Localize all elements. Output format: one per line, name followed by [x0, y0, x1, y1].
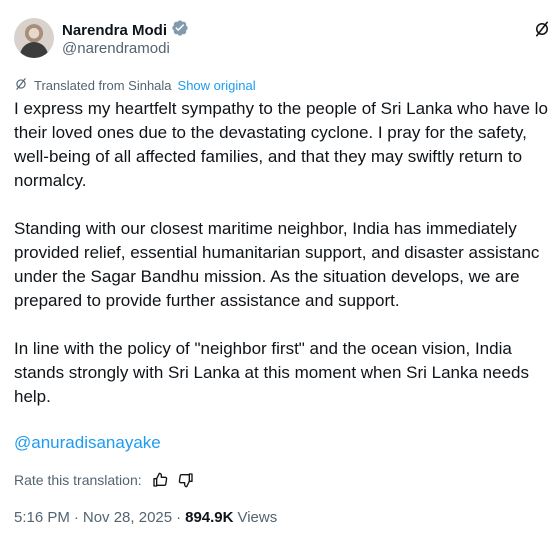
author-display-name[interactable]: Narendra Modi — [62, 22, 167, 39]
show-original-link[interactable]: Show original — [178, 78, 256, 93]
post-line: their loved ones due to the devastating … — [14, 123, 527, 142]
post-line: Standing with our closest maritime neigh… — [14, 219, 517, 238]
post-line: under the Sagar Bandhu mission. As the s… — [14, 267, 520, 286]
post-metadata: 5:16 PM · Nov 28, 2025 · 894.9K Views — [14, 509, 277, 526]
rate-translation-row: Rate this translation: — [14, 472, 194, 488]
meta-separator: · — [73, 509, 79, 526]
views-label: Views — [237, 509, 278, 526]
translate-icon — [14, 77, 28, 94]
post-line: prepared to provide further assistance a… — [14, 291, 400, 310]
post-date[interactable]: Nov 28, 2025 — [83, 509, 172, 526]
thumbs-down-icon[interactable] — [178, 472, 194, 488]
thumbs-up-icon[interactable] — [152, 472, 168, 488]
post-line: help. — [14, 387, 51, 406]
author-name-row: Narendra Modi — [62, 19, 189, 42]
meta-separator: · — [176, 509, 182, 526]
author-avatar[interactable] — [14, 18, 54, 58]
views-count[interactable]: 894.9K — [185, 509, 233, 526]
translation-notice: Translated from Sinhala Show original — [14, 77, 256, 94]
post-line: well-being of all affected families, and… — [14, 147, 523, 166]
grok-icon[interactable] — [533, 20, 551, 38]
post-line: I express my heartfelt sympathy to the p… — [14, 99, 548, 118]
post-time[interactable]: 5:16 PM — [14, 509, 70, 526]
post-line: stands strongly with Sri Lanka at this m… — [14, 363, 529, 382]
post-body: I express my heartfelt sympathy to the p… — [14, 97, 559, 409]
post-line: provided relief, essential humanitarian … — [14, 243, 540, 262]
rate-translation-label: Rate this translation: — [14, 472, 142, 488]
verified-badge-icon[interactable] — [171, 19, 189, 42]
author-handle[interactable]: @narendramodi — [62, 40, 170, 57]
post-line: In line with the policy of "neighbor fir… — [14, 339, 512, 358]
post-line: normalcy. — [14, 171, 87, 190]
translated-from-label: Translated from Sinhala — [34, 78, 172, 93]
mention-link[interactable]: @anuradisanayake — [14, 433, 161, 453]
